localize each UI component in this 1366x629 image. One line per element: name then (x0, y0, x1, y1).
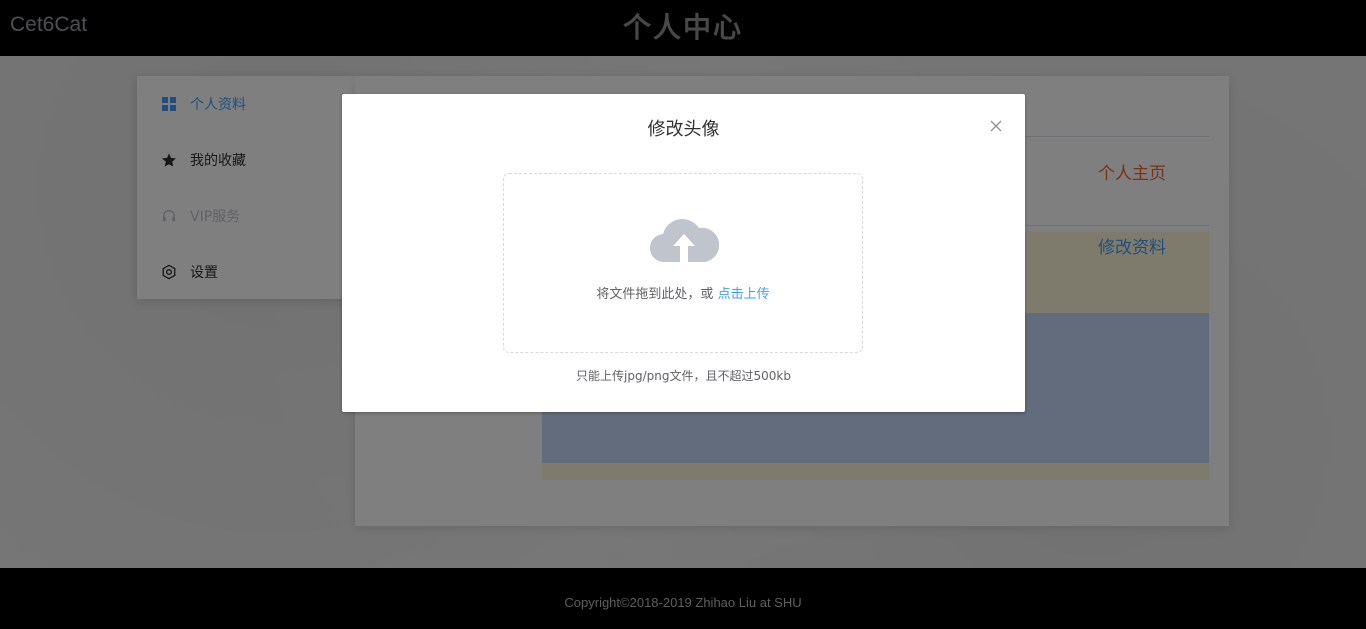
drop-instructions: 将文件拖到此处，或 点击上传 (504, 283, 862, 302)
upload-cloud-icon (649, 212, 720, 266)
change-avatar-dialog: 修改头像 将文件拖到此处，或 点击上传 只能上传jpg/png文件，且不超过50… (342, 94, 1025, 412)
upload-dropzone[interactable]: 将文件拖到此处，或 点击上传 (503, 173, 863, 353)
dialog-title: 修改头像 (647, 119, 720, 140)
close-icon[interactable] (988, 118, 1004, 134)
upload-tip: 只能上传jpg/png文件，且不超过500kb (576, 369, 791, 383)
click-upload-link[interactable]: 点击上传 (718, 287, 770, 302)
drop-text: 将文件拖到此处，或 (596, 287, 714, 302)
